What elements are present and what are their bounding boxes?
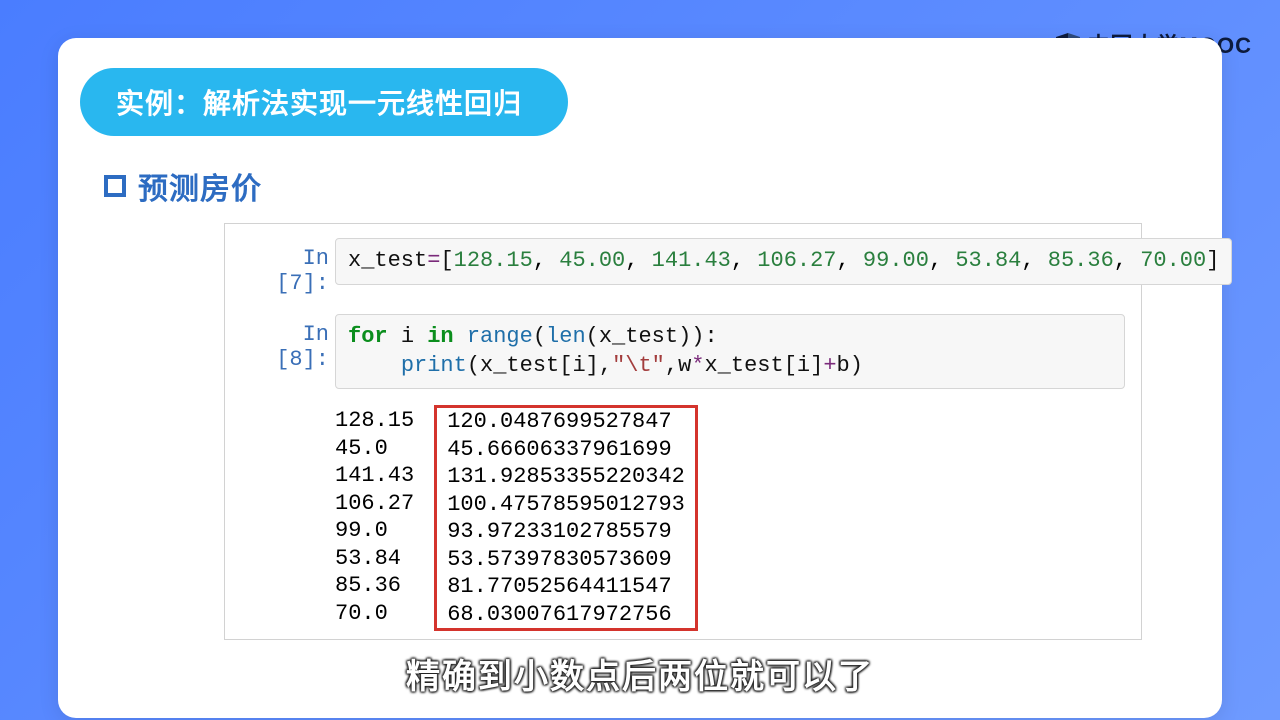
cell-output: 128.15 45.0 141.43 106.27 99.0 53.84 85.…	[241, 407, 1125, 631]
slide-card: 实例：解析法实现一元线性回归 预测房价 In [7]: x_test=[128.…	[58, 38, 1222, 718]
notebook-block: In [7]: x_test=[128.15, 45.00, 141.43, 1…	[224, 223, 1142, 640]
slide-title-pill: 实例：解析法实现一元线性回归	[80, 68, 568, 136]
cell-prompt: In [8]:	[241, 314, 329, 372]
output-column-prediction: 120.0487699527847 45.66606337961699 131.…	[434, 405, 698, 631]
code-cell-8: In [8]: for i in range(len(x_test)): pri…	[241, 314, 1125, 389]
section-title: 预测房价	[138, 164, 262, 208]
code-input: x_test=[128.15, 45.00, 141.43, 106.27, 9…	[335, 238, 1232, 285]
code-input: for i in range(len(x_test)): print(x_tes…	[335, 314, 1125, 389]
square-bullet-icon	[104, 175, 126, 197]
section-header: 预测房价	[104, 164, 262, 208]
cell-prompt: In [7]:	[241, 238, 329, 296]
code-cell-7: In [7]: x_test=[128.15, 45.00, 141.43, 1…	[241, 238, 1125, 296]
output-column-x: 128.15 45.0 141.43 106.27 99.0 53.84 85.…	[335, 407, 414, 631]
video-subtitle: 精确到小数点后两位就可以了	[406, 649, 874, 698]
